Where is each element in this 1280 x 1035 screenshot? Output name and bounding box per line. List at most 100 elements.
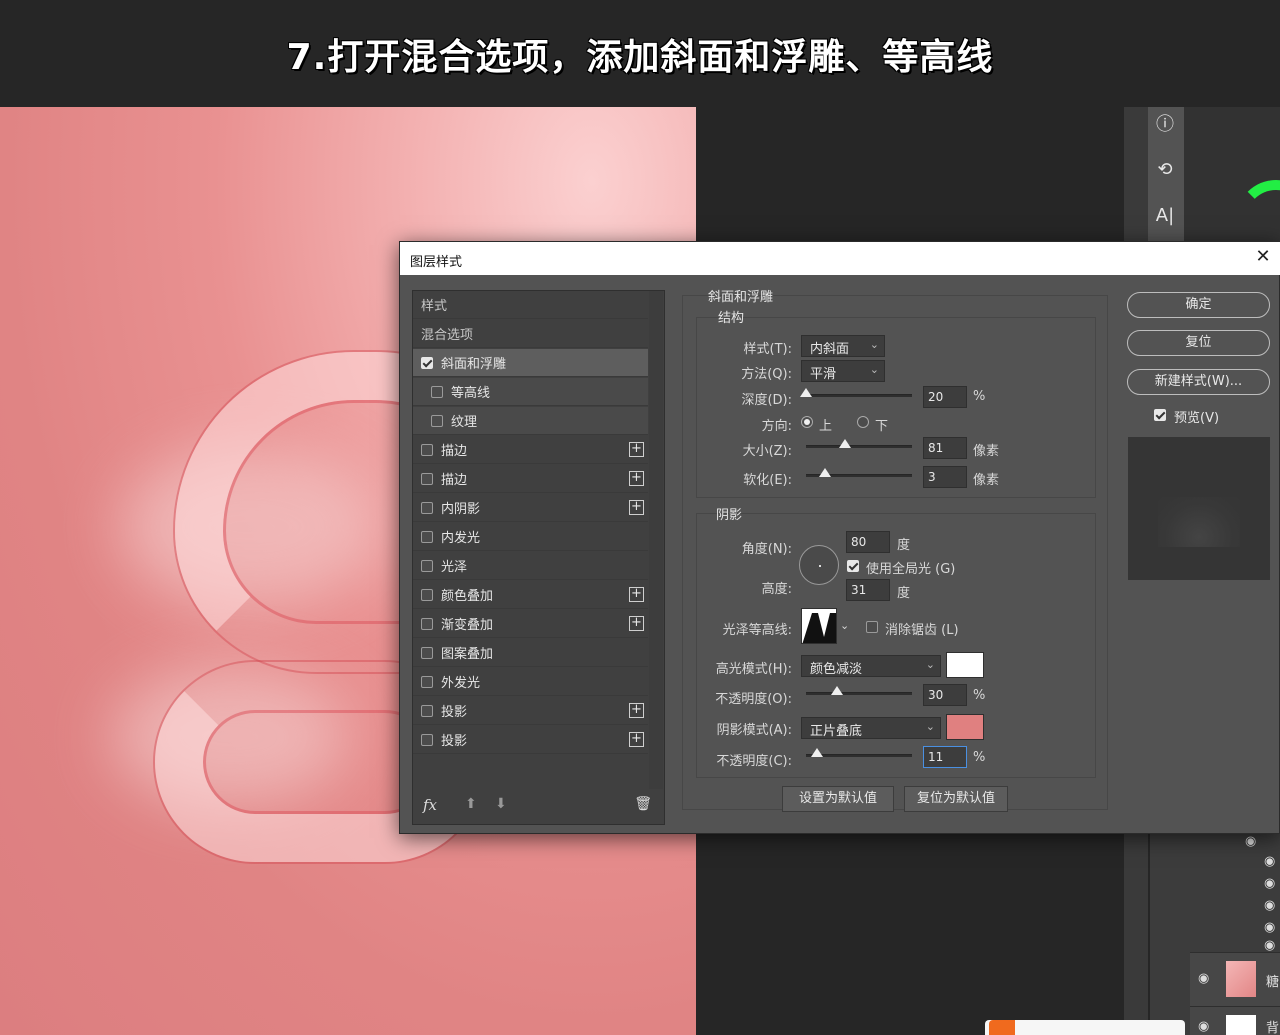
style-list-item[interactable]: 内发光 [413, 523, 648, 551]
reset-button[interactable]: 复位 [1127, 330, 1270, 356]
gloss-contour-preview[interactable] [801, 608, 837, 644]
direction-down-radio[interactable] [857, 416, 869, 428]
layer-thumbnail [1226, 1015, 1256, 1035]
style-list-item[interactable]: 等高线 [413, 378, 648, 406]
style-list-item[interactable]: 混合选项 [413, 320, 648, 348]
group-title-bevel: 斜面和浮雕 [708, 290, 774, 305]
direction-up-label: 上 [819, 419, 833, 434]
soften-input[interactable]: 3 [923, 466, 967, 488]
style-list-item[interactable]: 渐变叠加 + [413, 610, 648, 638]
shadow-opacity-input[interactable]: 11 [923, 746, 967, 768]
size-unit: 像素 [973, 444, 1000, 459]
style-list-item[interactable]: 光泽 [413, 552, 648, 580]
move-down-icon[interactable]: ⬇ [495, 796, 507, 812]
style-list-item[interactable]: 外发光 [413, 668, 648, 696]
close-icon[interactable]: ✕ [1253, 247, 1273, 267]
add-effect-icon[interactable]: + [629, 500, 644, 515]
style-list-item[interactable]: 投影 + [413, 726, 648, 754]
dialog-titlebar[interactable]: 图层样式 ✕ [400, 242, 1280, 275]
style-checkbox[interactable] [421, 559, 433, 572]
character-icon[interactable]: A| [1152, 203, 1178, 229]
eye-icon[interactable]: ◉ [1264, 876, 1275, 891]
add-effect-icon[interactable]: + [629, 703, 644, 718]
style-list-item[interactable]: 内阴影 + [413, 494, 648, 522]
add-effect-icon[interactable]: + [629, 616, 644, 631]
slider-thumb[interactable] [811, 748, 823, 757]
style-list-item[interactable]: 描边 + [413, 436, 648, 464]
style-list-item[interactable]: 纹理 [413, 407, 648, 435]
style-checkbox[interactable] [421, 617, 433, 630]
highlight-opacity-slider[interactable] [806, 686, 912, 695]
style-list-item[interactable]: 投影 + [413, 697, 648, 725]
soften-slider[interactable] [806, 468, 912, 477]
highlight-opacity-input[interactable]: 30 [923, 684, 967, 706]
direction-up-radio[interactable] [801, 416, 813, 428]
style-checkbox[interactable] [421, 356, 433, 369]
style-checkbox[interactable] [431, 414, 443, 427]
chevron-down-icon: ⌄ [925, 658, 935, 671]
antialias-checkbox[interactable] [866, 621, 878, 633]
style-checkbox[interactable] [421, 646, 433, 659]
new-style-button[interactable]: 新建样式(W)... [1127, 369, 1270, 395]
set-default-button[interactable]: 设置为默认值 [782, 786, 894, 812]
ok-button[interactable]: 确定 [1127, 292, 1270, 318]
slider-thumb[interactable] [839, 439, 851, 448]
altitude-input[interactable]: 31 [846, 579, 890, 601]
add-effect-icon[interactable]: + [629, 442, 644, 457]
eye-icon[interactable]: ◉ [1264, 898, 1275, 913]
eye-icon[interactable]: ◉ [1245, 834, 1256, 849]
shadow-opacity-slider[interactable] [806, 748, 912, 757]
style-select[interactable]: 内斜面 ⌄ [801, 335, 885, 357]
add-effect-icon[interactable]: + [629, 471, 644, 486]
preview-checkbox[interactable] [1154, 409, 1166, 421]
eye-icon[interactable]: ◉ [1264, 938, 1275, 953]
slider-thumb[interactable] [819, 468, 831, 477]
history-icon[interactable]: ⟲ [1152, 157, 1178, 183]
move-up-icon[interactable]: ⬆ [465, 796, 477, 812]
depth-input[interactable]: 20 [923, 386, 967, 408]
layer-row-candy[interactable]: ◉ 糖 [1190, 952, 1280, 1006]
style-checkbox[interactable] [421, 472, 433, 485]
size-slider[interactable] [806, 439, 912, 448]
add-effect-icon[interactable]: + [629, 732, 644, 747]
global-light-checkbox[interactable] [847, 560, 859, 572]
style-list-item[interactable]: 斜面和浮雕 [413, 349, 648, 377]
info-icon[interactable]: ⓘ [1152, 112, 1178, 138]
shadow-mode-select[interactable]: 正片叠底 ⌄ [801, 717, 941, 739]
style-list-label: 图案叠加 [441, 647, 494, 662]
chevron-down-icon[interactable]: ⌄ [840, 619, 849, 632]
style-list-item[interactable]: 描边 + [413, 465, 648, 493]
eye-icon[interactable]: ◉ [1198, 1019, 1209, 1034]
add-effect-icon[interactable]: + [629, 587, 644, 602]
style-checkbox[interactable] [421, 443, 433, 456]
angle-dial[interactable] [799, 545, 839, 585]
eye-icon[interactable]: ◉ [1264, 920, 1275, 935]
style-checkbox[interactable] [421, 704, 433, 717]
slider-thumb[interactable] [800, 388, 812, 397]
highlight-mode-select[interactable]: 颜色减淡 ⌄ [801, 655, 941, 677]
style-checkbox[interactable] [421, 588, 433, 601]
layer-row-background[interactable]: ◉ 背 [1190, 1006, 1280, 1035]
style-checkbox[interactable] [421, 530, 433, 543]
eye-icon[interactable]: ◉ [1264, 854, 1275, 869]
angle-input[interactable]: 80 [846, 531, 890, 553]
style-checkbox[interactable] [431, 385, 443, 398]
fx-icon[interactable]: fx [423, 796, 437, 814]
trash-icon[interactable]: 🗑 [634, 796, 652, 812]
style-list-item[interactable]: 颜色叠加 + [413, 581, 648, 609]
size-input[interactable]: 81 [923, 437, 967, 459]
style-checkbox[interactable] [421, 675, 433, 688]
eye-icon[interactable]: ◉ [1198, 971, 1209, 986]
style-checkbox[interactable] [421, 733, 433, 746]
technique-select[interactable]: 平滑 ⌄ [801, 360, 885, 382]
style-list-item[interactable]: 图案叠加 [413, 639, 648, 667]
shadow-color-swatch[interactable] [946, 714, 984, 740]
highlight-color-swatch[interactable] [946, 652, 984, 678]
style-list-item[interactable]: 样式 [413, 291, 648, 319]
style-checkbox[interactable] [421, 501, 433, 514]
list-scrollbar[interactable] [649, 291, 663, 789]
style-list-label: 颜色叠加 [441, 589, 494, 604]
reset-default-button[interactable]: 复位为默认值 [904, 786, 1008, 812]
depth-slider[interactable] [800, 388, 912, 397]
slider-thumb[interactable] [831, 686, 843, 695]
